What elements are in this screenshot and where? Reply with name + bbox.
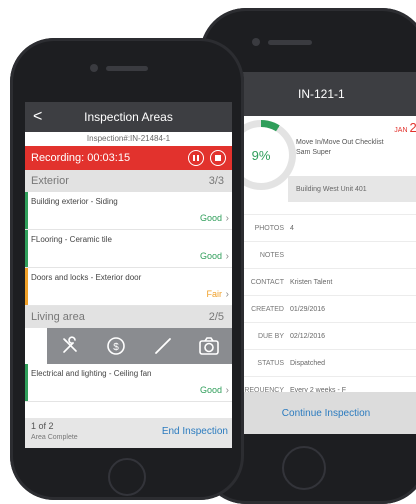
section-count: 3/3 xyxy=(208,175,224,187)
area-item-doors-locks[interactable]: Doors and locks - Exterior door Fair › xyxy=(25,268,232,306)
toolbar-lead-space xyxy=(25,328,47,364)
areas-header: < Inspection Areas xyxy=(25,102,232,132)
tools-icon[interactable] xyxy=(55,331,85,361)
due-date-badge: JAN29 xyxy=(394,120,416,135)
detail-row-status: STATUS Dispatched xyxy=(224,349,416,376)
camera-lens xyxy=(252,38,260,46)
detail-row-created: CREATED 01/29/2016 xyxy=(224,295,416,322)
home-button[interactable] xyxy=(282,446,326,490)
detail-row-photos[interactable]: PHOTOS 4 xyxy=(224,214,416,241)
speaker-grille xyxy=(106,66,148,71)
svg-text:$: $ xyxy=(114,342,120,353)
item-action-toolbar: $ xyxy=(25,328,232,364)
home-button[interactable] xyxy=(108,458,146,496)
detail-summary: 9% JAN29 Move In/Move Out Checklist Sam … xyxy=(224,116,416,214)
end-inspection-button[interactable]: End Inspection xyxy=(162,426,228,437)
checklist-info: Move In/Move Out Checklist Sam Super xyxy=(296,138,416,158)
chevron-right-icon: › xyxy=(225,385,229,396)
detail-row-notes[interactable]: NOTES xyxy=(224,241,416,268)
date-day: 29 xyxy=(409,120,416,135)
detail-title: IN-121-1 xyxy=(298,87,345,101)
dollar-icon[interactable]: $ xyxy=(101,331,131,361)
detail-value: 01/29/2016 xyxy=(290,305,326,313)
speaker-grille xyxy=(268,40,312,45)
checklist-title: Move In/Move Out Checklist xyxy=(296,139,384,146)
inspection-detail-screen: IN-121-1 9% JAN29 Move In/Move Out Check… xyxy=(224,72,416,434)
area-item-title: Electrical and lighting - Ceiling fan xyxy=(31,369,152,378)
stage: IN-121-1 9% JAN29 Move In/Move Out Check… xyxy=(0,0,416,504)
inspection-number: Inspection#:IN-21484-1 xyxy=(25,132,232,146)
section-count: 2/5 xyxy=(208,311,224,323)
detail-value: Kristen Talent xyxy=(290,278,333,286)
areas-title: Inspection Areas xyxy=(84,110,173,124)
area-item-title: Building exterior - Siding xyxy=(31,197,118,206)
back-arrow-icon[interactable]: < xyxy=(33,108,42,126)
continue-inspection-button[interactable]: Continue Inspection xyxy=(224,392,416,434)
status-bar xyxy=(25,192,28,229)
chevron-right-icon: › xyxy=(225,213,229,224)
recording-timer: Recording: 00:03:15 xyxy=(31,152,131,164)
detail-row-contact[interactable]: CONTACT Kristen Talent xyxy=(224,268,416,295)
progress-label: 9% xyxy=(251,147,271,163)
status-bar xyxy=(25,268,28,305)
section-name: Living area xyxy=(31,311,85,323)
area-item-title: FLooring - Ceramic tile xyxy=(31,235,112,244)
continue-inspection-label: Continue Inspection xyxy=(281,407,371,419)
pause-icon[interactable] xyxy=(188,150,204,166)
detail-value: Dispatched xyxy=(290,359,326,367)
detail-rows: PHOTOS 4 NOTES CONTACT Kristen Talent CR… xyxy=(224,214,416,403)
area-item-electrical[interactable]: Electrical and lighting - Ceiling fan Go… xyxy=(25,364,232,402)
pencil-icon[interactable] xyxy=(148,331,178,361)
area-item-rating: Good xyxy=(199,251,222,261)
area-item-rating: Fair xyxy=(206,289,223,299)
area-progress-count: 1 of 2 xyxy=(31,421,54,431)
camera-icon[interactable] xyxy=(194,331,224,361)
section-header-exterior[interactable]: Exterior 3/3 xyxy=(25,170,232,192)
status-bar xyxy=(25,364,28,401)
areas-footer: 1 of 2 Area Complete End Inspection xyxy=(25,418,232,448)
section-header-living-area[interactable]: Living area 2/5 xyxy=(25,306,232,328)
phone-front: < Inspection Areas Inspection#:IN-21484-… xyxy=(10,38,244,500)
section-name: Exterior xyxy=(31,175,69,187)
camera-lens xyxy=(90,64,98,72)
stop-icon[interactable] xyxy=(210,150,226,166)
area-item-flooring[interactable]: FLooring - Ceramic tile Good › xyxy=(25,230,232,268)
area-item-building-exterior[interactable]: Building exterior - Siding Good › xyxy=(25,192,232,230)
building-unit-label: Building West Unit 401 xyxy=(296,185,367,193)
detail-header: IN-121-1 xyxy=(224,72,416,116)
area-progress-subtitle: Area Complete xyxy=(31,434,78,441)
inspection-areas-screen: < Inspection Areas Inspection#:IN-21484-… xyxy=(25,102,232,448)
status-bar xyxy=(25,230,28,267)
area-item-title: Doors and locks - Exterior door xyxy=(31,273,142,282)
detail-value: 4 xyxy=(290,224,294,232)
area-item-rating: Good xyxy=(199,213,222,223)
area-item-rating: Good xyxy=(199,385,222,395)
detail-row-due-by: DUE BY 02/12/2016 xyxy=(224,322,416,349)
chevron-right-icon: › xyxy=(225,289,229,300)
building-unit: Building West Unit 401 xyxy=(288,176,416,202)
assignee-name: Sam Super xyxy=(296,149,332,156)
chevron-right-icon: › xyxy=(225,251,229,262)
recording-bar: Recording: 00:03:15 xyxy=(25,146,232,170)
detail-value: 02/12/2016 xyxy=(290,332,326,340)
date-month: JAN xyxy=(394,127,408,134)
